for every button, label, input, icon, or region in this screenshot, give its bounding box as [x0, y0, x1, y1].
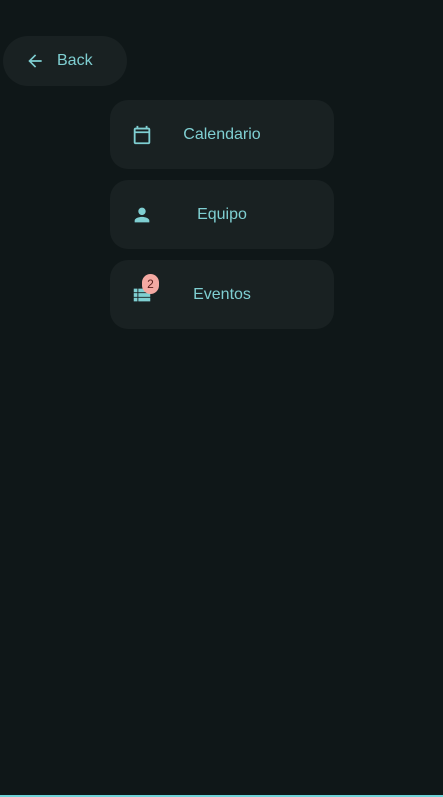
arrow-left-icon — [25, 51, 45, 71]
back-label: Back — [57, 52, 93, 69]
nav-item-label: Calendario — [183, 125, 261, 143]
notification-badge: 2 — [142, 274, 159, 294]
nav-item-label: Equipo — [197, 205, 247, 223]
nav-item-calendario[interactable]: Calendario — [110, 100, 334, 169]
nav-item-eventos[interactable]: Eventos — [110, 260, 334, 329]
nav-item-equipo[interactable]: Equipo — [110, 180, 334, 249]
back-button[interactable]: Back — [3, 36, 127, 86]
